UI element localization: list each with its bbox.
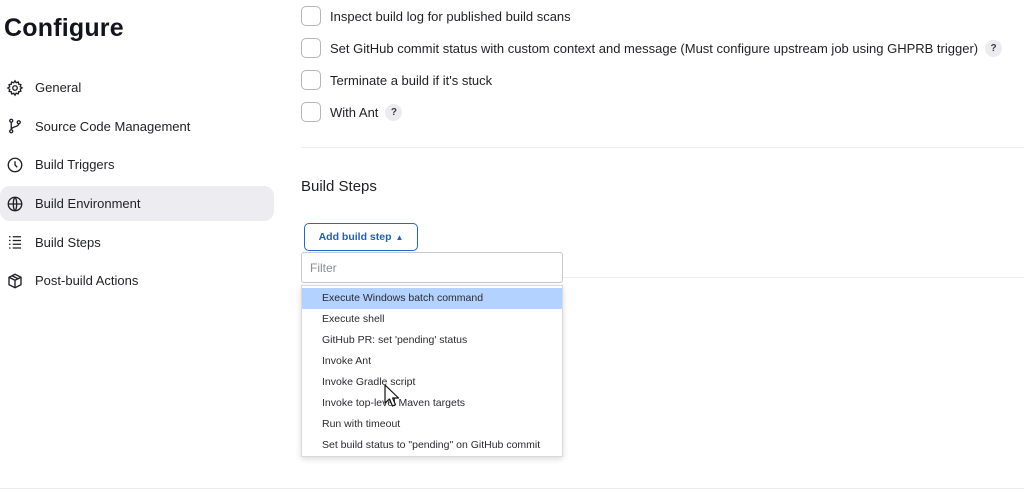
option-label: Set GitHub commit status with custom con… <box>330 40 979 56</box>
globe-icon <box>6 195 24 213</box>
option-label: With Ant <box>330 104 379 120</box>
add-build-step-button[interactable]: Add build step ▲ <box>304 223 418 251</box>
caret-up-icon: ▲ <box>395 232 404 242</box>
list-icon <box>6 233 24 251</box>
sidebar-item-label: Build Triggers <box>35 157 115 173</box>
sidebar: General Source Code Management Build Tri… <box>0 70 274 302</box>
option-label: Inspect build log for published build sc… <box>330 8 571 24</box>
branch-icon <box>6 117 24 135</box>
filter-input[interactable] <box>301 252 563 283</box>
sidebar-item-post-build-actions[interactable]: Post-build Actions <box>0 263 274 298</box>
menu-item-github-pr-pending[interactable]: GitHub PR: set 'pending' status <box>302 330 562 351</box>
build-step-menu: Execute Windows batch command Execute sh… <box>301 285 563 457</box>
page-bottom-divider <box>0 488 1024 489</box>
sidebar-item-build-steps[interactable]: Build Steps <box>0 225 274 260</box>
sidebar-item-build-triggers[interactable]: Build Triggers <box>0 147 274 182</box>
section-divider <box>563 277 1024 278</box>
menu-item-execute-shell[interactable]: Execute shell <box>302 309 562 330</box>
inspect-build-log-checkbox[interactable] <box>301 6 321 26</box>
option-terminate-stuck-build: Terminate a build if it's stuck <box>301 70 492 90</box>
section-divider <box>301 147 1024 148</box>
sidebar-item-label: General <box>35 80 82 95</box>
sidebar-item-general[interactable]: General <box>0 70 274 105</box>
menu-item-run-with-timeout[interactable]: Run with timeout <box>302 414 562 435</box>
sidebar-item-source-code-management[interactable]: Source Code Management <box>0 109 274 144</box>
option-with-ant: With Ant ? <box>301 102 403 122</box>
clock-icon <box>6 156 24 174</box>
build-steps-title: Build Steps <box>301 178 377 195</box>
gear-icon <box>6 79 24 97</box>
sidebar-item-label: Build Environment <box>35 196 141 212</box>
help-icon[interactable]: ? <box>385 103 403 121</box>
menu-item-invoke-gradle[interactable]: Invoke Gradle script <box>302 372 562 393</box>
package-icon <box>6 272 24 290</box>
sidebar-item-label: Source Code Management <box>35 118 191 134</box>
github-commit-status-checkbox[interactable] <box>301 38 321 58</box>
sidebar-item-label: Post-build Actions <box>35 273 139 289</box>
sidebar-item-label: Build Steps <box>35 234 101 250</box>
terminate-stuck-build-checkbox[interactable] <box>301 70 321 90</box>
mouse-cursor-icon <box>384 384 400 407</box>
option-inspect-build-log: Inspect build log for published build sc… <box>301 6 571 26</box>
menu-item-execute-windows-batch[interactable]: Execute Windows batch command <box>302 288 562 309</box>
sidebar-item-build-environment[interactable]: Build Environment <box>0 186 274 222</box>
page-title: Configure <box>4 14 124 42</box>
help-icon[interactable]: ? <box>985 39 1003 57</box>
add-build-step-label: Add build step <box>318 231 392 243</box>
option-github-commit-status: Set GitHub commit status with custom con… <box>301 38 1003 58</box>
option-label: Terminate a build if it's stuck <box>330 72 493 88</box>
menu-item-invoke-maven[interactable]: Invoke top-level Maven targets <box>302 393 562 414</box>
with-ant-checkbox[interactable] <box>301 102 321 122</box>
menu-item-invoke-ant[interactable]: Invoke Ant <box>302 351 562 372</box>
menu-item-set-build-status[interactable]: Set build status to "pending" on GitHub … <box>302 435 562 456</box>
